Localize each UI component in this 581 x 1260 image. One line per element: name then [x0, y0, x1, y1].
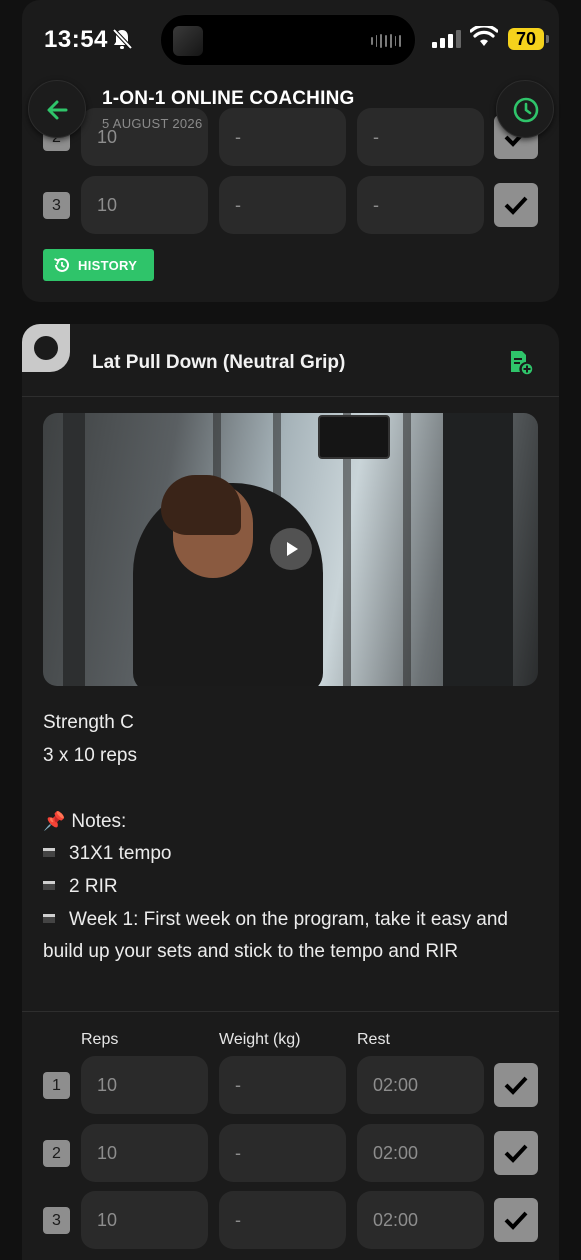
rest-input[interactable]: 02:00 — [357, 1056, 484, 1114]
exercise-video[interactable] — [43, 413, 538, 686]
video-frame-detail — [403, 413, 411, 686]
reps-input[interactable]: 10 — [81, 176, 208, 234]
note-item: 2 RIR — [43, 871, 538, 904]
column-header-rest: Rest — [357, 1031, 390, 1048]
set-row: 3 10 - - — [22, 176, 559, 234]
exercise-description: Strength C 3 x 10 reps 📌 Notes: 31X1 temp… — [43, 707, 538, 969]
weight-input[interactable]: - — [219, 176, 346, 234]
video-frame-detail — [443, 413, 513, 686]
rest-input[interactable]: 02:00 — [357, 1191, 484, 1249]
complete-set-button[interactable] — [494, 1063, 538, 1107]
now-playing-artwork — [173, 26, 203, 56]
weight-input[interactable]: - — [219, 1191, 346, 1249]
column-header-weight: Weight (kg) — [219, 1031, 301, 1048]
status-time: 13:54 — [44, 26, 108, 53]
complete-set-button[interactable] — [494, 1198, 538, 1242]
set-row: 1 10 - 02:00 — [22, 1056, 559, 1114]
rest-input[interactable]: - — [357, 108, 484, 166]
workout-timer-button[interactable] — [496, 80, 554, 138]
reps-input[interactable]: 10 — [81, 1191, 208, 1249]
bullet-icon — [43, 913, 55, 923]
rest-input[interactable]: - — [357, 176, 484, 234]
checkmark-icon — [504, 1076, 528, 1095]
battery-icon: 70 — [508, 28, 544, 50]
history-label: HISTORY — [78, 258, 138, 273]
audio-wave-icon — [371, 34, 402, 48]
exercise-prescription: 3 x 10 reps — [43, 744, 137, 766]
set-number: 3 — [43, 1207, 70, 1234]
play-icon[interactable] — [270, 528, 312, 570]
note-text: 2 RIR — [69, 875, 118, 897]
bullet-icon — [43, 848, 55, 858]
notes-heading: 📌 Notes: — [43, 805, 538, 839]
exercise-card: Lat Pull Down (Neutral Grip) Strength C … — [22, 324, 559, 1260]
weight-input[interactable]: - — [219, 1056, 346, 1114]
column-header-reps: Reps — [81, 1031, 119, 1048]
exercise-title[interactable]: Lat Pull Down (Neutral Grip) — [92, 352, 345, 374]
weight-input[interactable]: - — [219, 108, 346, 166]
bell-muted-icon — [112, 28, 132, 50]
workout-screen: 13:54 70 2 10 - - — [0, 0, 581, 1260]
complete-set-button[interactable] — [494, 1131, 538, 1175]
weight-input[interactable]: - — [219, 1124, 346, 1182]
history-icon — [54, 257, 69, 272]
divider — [22, 1011, 559, 1012]
set-row: 2 10 - 02:00 — [22, 1124, 559, 1182]
note-text: 31X1 tempo — [69, 843, 172, 865]
reps-input[interactable]: 10 — [81, 1056, 208, 1114]
complete-set-button[interactable] — [494, 183, 538, 227]
pushpin-icon: 📌 — [43, 810, 66, 831]
video-frame-detail — [161, 475, 241, 535]
set-number: 3 — [43, 192, 70, 219]
add-note-icon[interactable] — [508, 350, 534, 376]
note-text: Week 1: First week on the program, take … — [43, 908, 508, 963]
rest-input[interactable]: 02:00 — [357, 1124, 484, 1182]
set-number: 2 — [43, 1140, 70, 1167]
exercise-category: Strength C — [43, 712, 134, 733]
video-frame-detail — [63, 413, 85, 686]
status-bar: 13:54 70 — [0, 0, 581, 78]
video-frame-detail — [318, 415, 390, 459]
wifi-icon — [470, 26, 498, 46]
reps-input[interactable]: 10 — [81, 1124, 208, 1182]
checkmark-icon — [504, 1211, 528, 1230]
divider — [22, 396, 559, 397]
checkmark-icon — [504, 196, 528, 215]
cellular-signal-icon — [432, 30, 462, 48]
arrow-left-icon — [47, 100, 68, 120]
set-row: 3 10 - 02:00 — [22, 1191, 559, 1249]
checkmark-icon — [504, 1144, 528, 1163]
battery-cap — [546, 35, 549, 43]
exercise-type-icon — [22, 324, 70, 372]
notes-title: Notes: — [71, 810, 127, 832]
back-button[interactable] — [28, 80, 86, 138]
history-button[interactable]: HISTORY — [43, 249, 154, 281]
page-date: 5 AUGUST 2026 — [102, 116, 203, 131]
dynamic-island[interactable] — [160, 14, 416, 66]
set-number: 1 — [43, 1072, 70, 1099]
bullet-icon — [43, 880, 55, 890]
page-title: 1-ON-1 ONLINE COACHING — [102, 88, 355, 109]
note-item: 31X1 tempo — [43, 838, 538, 871]
note-item: Week 1: First week on the program, take … — [43, 904, 538, 969]
clock-icon — [513, 97, 539, 123]
